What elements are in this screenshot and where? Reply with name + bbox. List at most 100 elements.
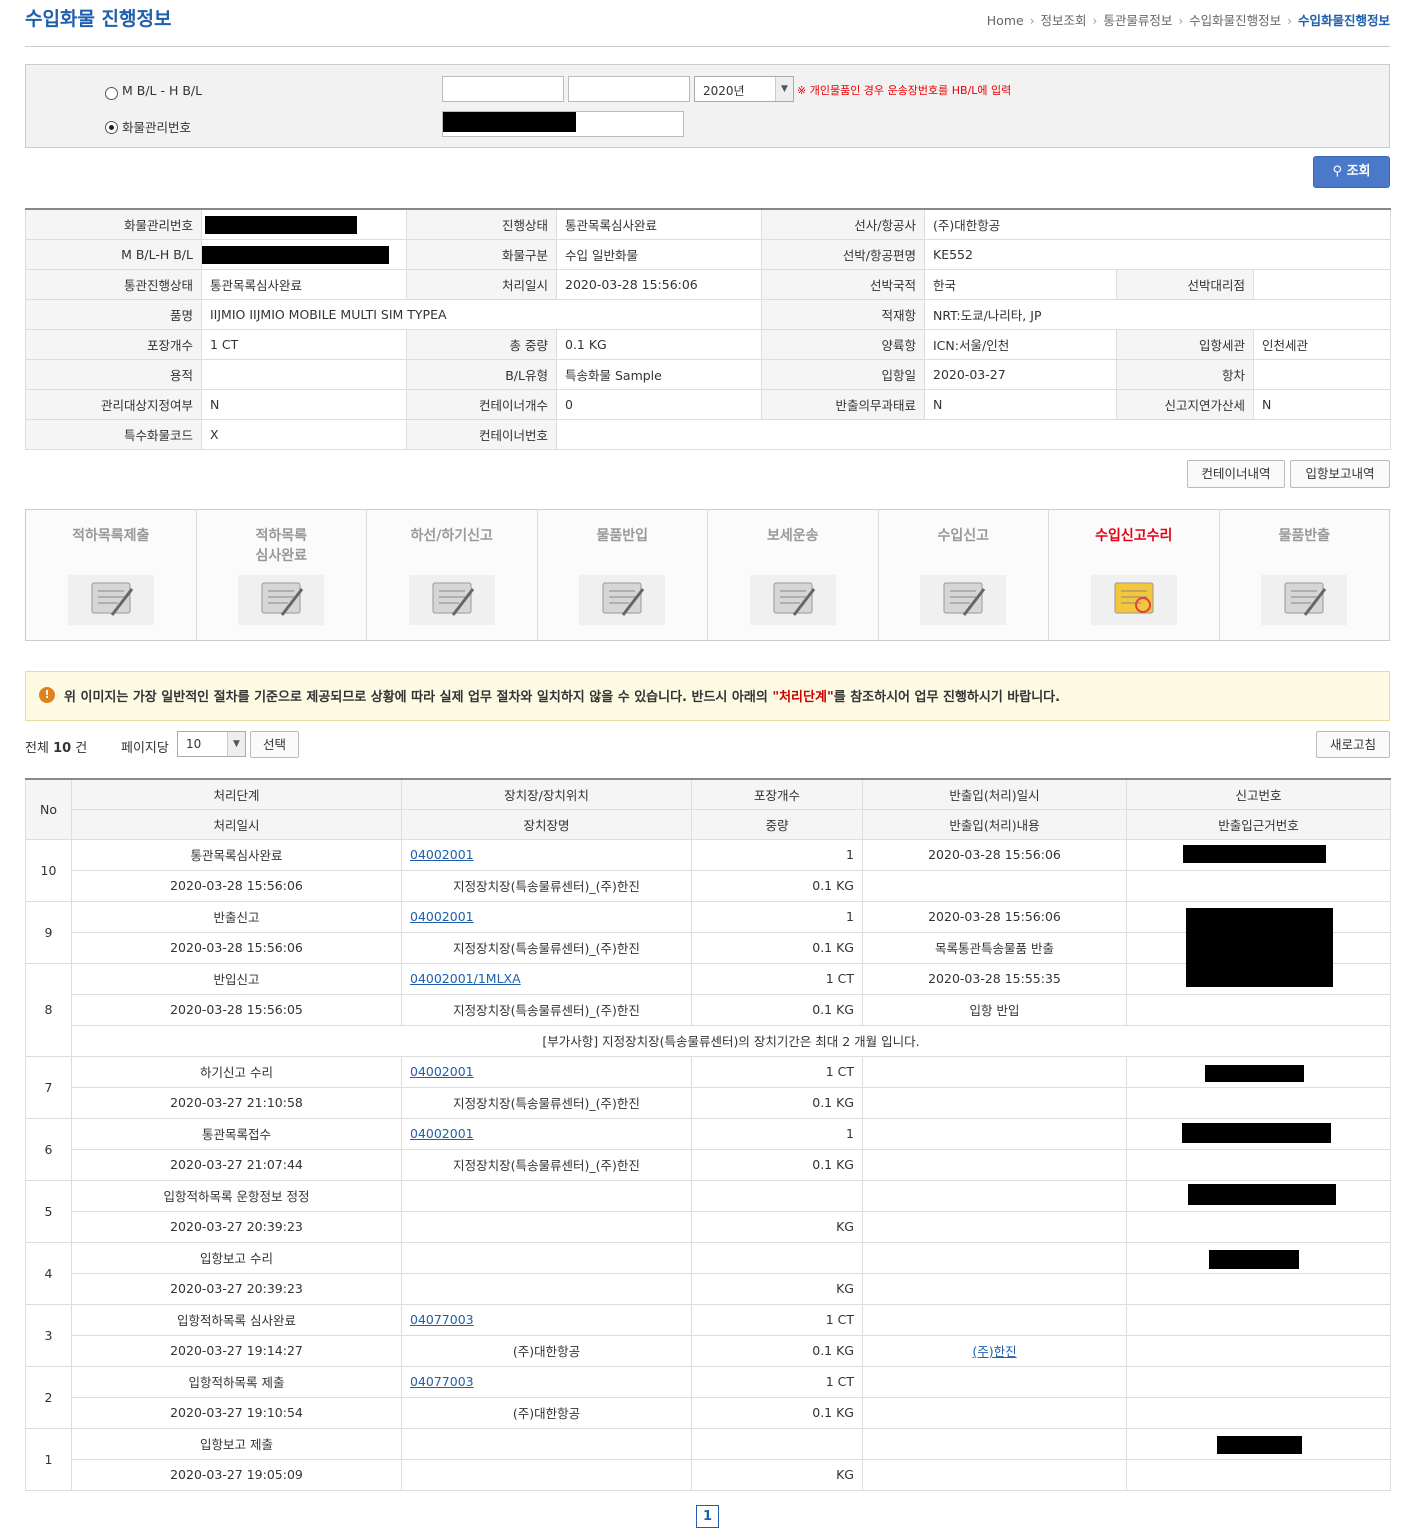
row-io-time	[862, 1303, 1127, 1336]
arrival-report-button[interactable]: 입항보고내역	[1290, 460, 1390, 488]
cargo-info-table: 화물관리번호 진행상태 통관목록심사완료 선사/항공사 (주)대한항공 M B/…	[25, 208, 1392, 450]
info-value: 통관목록심사완료	[556, 208, 762, 240]
row-location	[401, 1241, 692, 1274]
info-label: 컨테이너개수	[406, 388, 557, 420]
info-value	[1252, 268, 1392, 300]
redacted-block	[1183, 845, 1326, 863]
row-location-name	[401, 1210, 692, 1243]
radio-cargo-no[interactable]	[105, 121, 118, 134]
breadcrumb-import-cargo[interactable]: 수입화물진행정보	[1189, 13, 1281, 28]
row-step: 입항보고 수리	[71, 1241, 402, 1274]
table-row: 2020-03-27 19:10:54 (주)대한항공 0.1 KG	[26, 1396, 1391, 1429]
mbl-input[interactable]	[442, 76, 564, 102]
bl-note: ※ 개인물품인 경우 운송장번호를 HB/L에 입력	[797, 84, 1012, 97]
breadcrumb-info[interactable]: 정보조회	[1041, 13, 1087, 28]
chevron-down-icon: ▼	[775, 77, 793, 101]
year-select[interactable]: 2020년 ▼	[694, 76, 794, 102]
row-location: 04002001	[401, 838, 692, 871]
row-time: 2020-03-28 15:56:06	[71, 931, 402, 964]
row-location-name: 지정장치장(특송물류센터)_(주)한진	[401, 869, 692, 902]
clipboard-icon	[67, 575, 154, 625]
row-time: 2020-03-27 20:39:23	[71, 1210, 402, 1243]
breadcrumb-home[interactable]: Home	[987, 13, 1024, 28]
row-location: 04077003	[401, 1303, 692, 1336]
row-location-link[interactable]: 04002001	[410, 1126, 474, 1141]
row-time: 2020-03-27 19:10:54	[71, 1396, 402, 1429]
info-label: 선사/항공사	[761, 208, 925, 240]
row-io-desc: 목록통관특송물품 반출	[862, 931, 1127, 964]
row-weight: 0.1 KG	[691, 1396, 863, 1429]
info-label: 용적	[25, 358, 202, 390]
info-label: B/L유형	[406, 358, 557, 390]
row-io-desc-link[interactable]: (주)한진	[972, 1344, 1016, 1359]
row-basis-no	[1126, 869, 1391, 902]
container-history-button[interactable]: 컨테이너내역	[1187, 460, 1285, 488]
row-io-time: 2020-03-28 15:56:06	[862, 900, 1127, 933]
row-packages: 1	[691, 1117, 863, 1150]
row-location-link[interactable]: 04002001	[410, 909, 474, 924]
breadcrumb-current[interactable]: 수입화물진행정보	[1298, 13, 1390, 28]
row-packages: 1 CT	[691, 1055, 863, 1088]
row-step: 반출신고	[71, 900, 402, 933]
row-number: 9	[25, 900, 72, 964]
info-label: 관리대상지정여부	[25, 388, 202, 420]
process-step-label: 물품반입	[596, 528, 649, 544]
info-label: M B/L-H B/L	[25, 238, 202, 270]
row-location: 04002001	[401, 900, 692, 933]
row-location-link[interactable]: 04002001/1MLXA	[410, 971, 521, 986]
row-io-time	[862, 1365, 1127, 1398]
row-weight: 0.1 KG	[691, 931, 863, 964]
process-steps: 적하목록제출 적하목록 심사완료 하선/하기신고 물품반입 보세운송 수입신고 수입신고수리…	[25, 509, 1390, 641]
info-value: N	[201, 388, 407, 420]
notice-banner: ! 위 이미지는 가장 일반적인 절차를 기준으로 제공되므로 상황에 따라 실…	[25, 671, 1390, 721]
refresh-button[interactable]: 새로고침	[1316, 731, 1390, 758]
row-packages	[691, 1179, 863, 1212]
process-step: 보세운송	[708, 510, 879, 640]
cargo-no-input[interactable]	[442, 111, 684, 137]
row-number: 6	[25, 1117, 72, 1181]
info-label: 반출의무과태료	[761, 388, 925, 420]
info-label: 양륙항	[761, 328, 925, 360]
row-location-link[interactable]: 04077003	[410, 1374, 474, 1389]
info-value: 2020-03-27	[924, 358, 1117, 390]
table-row: 3 입항적하목록 심사완료 04077003 1 CT	[25, 1303, 1391, 1367]
row-weight: KG	[691, 1272, 863, 1305]
info-label: 처리일시	[406, 268, 557, 300]
row-time: 2020-03-27 19:14:27	[71, 1334, 402, 1367]
breadcrumb-logistics[interactable]: 통관물류정보	[1103, 13, 1172, 28]
redacted-block	[1182, 1123, 1331, 1143]
row-location-name	[401, 1458, 692, 1491]
radio-bl-label: M B/L - H B/L	[122, 83, 203, 98]
total-count: 전체 10 건	[25, 737, 87, 756]
info-value: 0.1 KG	[556, 328, 762, 360]
release-stamp-icon	[1261, 575, 1348, 625]
select-button[interactable]: 선택	[250, 731, 299, 758]
row-location-link[interactable]: 04002001	[410, 847, 474, 862]
row-io-time	[862, 1179, 1127, 1212]
radio-bl[interactable]	[105, 87, 118, 100]
row-location-link[interactable]: 04077003	[410, 1312, 474, 1327]
process-step: 적하목록 심사완료	[196, 510, 367, 640]
info-label: 총 중량	[406, 328, 557, 360]
row-location-name: 지정장치장(특송물류센터)_(주)한진	[401, 1086, 692, 1119]
redacted-block	[1188, 1184, 1336, 1205]
per-page-select[interactable]: 10 ▼	[177, 731, 246, 757]
row-io-desc: (주)한진	[862, 1334, 1127, 1367]
row-number: 3	[25, 1303, 72, 1367]
info-value: X	[201, 418, 407, 450]
row-location-name: (주)대한항공	[401, 1396, 692, 1429]
approved-document-icon	[1090, 575, 1177, 625]
stamp-icon	[238, 575, 325, 625]
row-packages: 1 CT	[691, 1303, 863, 1336]
hbl-input[interactable]	[568, 76, 690, 102]
page-title: 수입화물 진행정보	[25, 8, 172, 30]
search-button[interactable]: ⚲ 조회	[1313, 156, 1390, 188]
row-location-link[interactable]: 04002001	[410, 1064, 474, 1079]
row-io-desc	[862, 1086, 1127, 1119]
pagination-page[interactable]: 1	[696, 1505, 719, 1528]
table-row: 1 입항보고 제출	[25, 1427, 1391, 1491]
redacted-block	[1209, 1250, 1299, 1269]
chevron-right-icon: ›	[1178, 14, 1184, 28]
notice-text: 위 이미지는 가장 일반적인 절차를 기준으로 제공되므로 상황에 따라 실제 …	[64, 690, 773, 705]
chevron-right-icon: ›	[1092, 14, 1098, 28]
